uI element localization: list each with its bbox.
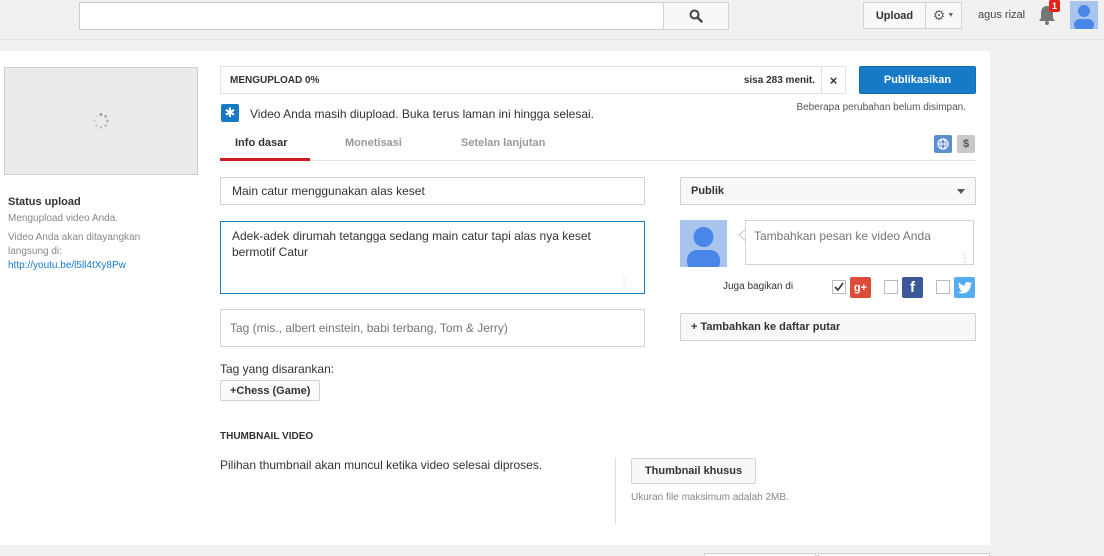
divider (615, 458, 616, 524)
search-input[interactable] (79, 2, 664, 30)
loading-spinner-icon (93, 113, 109, 129)
user-icon (687, 227, 720, 267)
video-url-link[interactable]: http://youtu.be/l5ll4tXy8Pw (8, 260, 126, 271)
username[interactable]: agus rizal (978, 9, 1025, 21)
share-message-input[interactable] (745, 220, 974, 265)
twitter-icon[interactable] (954, 277, 975, 298)
video-title-input[interactable] (220, 177, 645, 205)
close-icon: × (829, 72, 838, 88)
thumbnail-size-note: Ukuran file maksimum adalah 2MB. (631, 492, 789, 503)
status-title: Status upload (8, 196, 81, 208)
facebook-icon[interactable]: f (902, 277, 923, 298)
unsaved-changes-text: Beberapa perubahan belum disimpan. (796, 102, 966, 113)
search-icon (689, 9, 703, 23)
share-also-label: Juga bagikan di (723, 281, 794, 292)
upload-card: Status upload Mengupload video Anda. Vid… (0, 51, 990, 545)
tab-advanced-settings[interactable]: Setelan lanjutan (461, 137, 545, 149)
facebook-checkbox[interactable] (884, 280, 898, 294)
bird-icon (957, 281, 972, 293)
privacy-selected-value: Publik (691, 185, 725, 197)
dollar-icon[interactable]: $ (957, 135, 975, 153)
resize-grip-icon[interactable]: ·::: (622, 274, 632, 287)
upload-info-message: Video Anda masih diupload. Buka terus la… (250, 107, 595, 121)
progress-label: MENGUPLOAD 0% (230, 75, 320, 86)
chevron-down-icon (957, 189, 965, 194)
upload-progress-bar: MENGUPLOAD 0% sisa 283 menit. × (220, 66, 846, 94)
google-plus-icon[interactable]: g+ (850, 277, 871, 298)
live-url-label: Video Anda akan ditayangkan langsung di: (8, 232, 141, 257)
custom-thumbnail-button[interactable]: Thumbnail khusus (631, 458, 756, 484)
checkmark-icon (834, 282, 844, 292)
tab-monetization[interactable]: Monetisasi (345, 137, 402, 149)
privacy-select[interactable]: Publik (680, 177, 976, 205)
suggested-tags-label: Tag yang disarankan: (220, 362, 335, 376)
gear-icon: ⚙ (932, 7, 946, 23)
gplus-checkbox[interactable] (832, 280, 846, 294)
tab-basic-info[interactable]: Info dasar (235, 137, 288, 149)
info-star-icon: ✱ (221, 104, 239, 122)
tab-bar: Info dasar Monetisasi Setelan lanjutan $ (220, 131, 976, 161)
time-remaining: sisa 283 menit. (743, 75, 815, 86)
chevron-down-icon: ▼ (947, 12, 955, 19)
masthead: Upload ⚙ ▼ agus rizal 1 (0, 0, 1104, 40)
notification-badge: 1 (1049, 0, 1061, 12)
settings-button[interactable]: ⚙ ▼ (926, 2, 962, 29)
suggested-tag-chip[interactable]: +Chess (Game) (220, 380, 321, 401)
thumbnail-section-title: THUMBNAIL VIDEO (220, 431, 314, 442)
add-to-playlist-button[interactable]: + Tambahkan ke daftar putar (680, 313, 976, 341)
globe-glyph-icon (937, 138, 949, 150)
live-url-text: Video Anda akan ditayangkan langsung di:… (8, 231, 168, 273)
tags-input[interactable] (220, 309, 645, 347)
resize-grip-icon[interactable]: ·::: (962, 252, 972, 265)
publish-button[interactable]: Publikasikan (859, 66, 976, 94)
globe-icon[interactable] (934, 135, 952, 153)
status-subtitle: Mengupload video Anda. (8, 213, 119, 224)
avatar[interactable] (1070, 1, 1098, 29)
active-tab-indicator (220, 158, 310, 161)
description-textarea[interactable]: Adek-adek dirumah tetangga sedang main c… (220, 221, 645, 294)
twitter-checkbox[interactable] (936, 280, 950, 294)
cancel-upload-button[interactable]: × (821, 67, 845, 93)
video-preview (4, 67, 198, 175)
user-icon (1074, 5, 1094, 29)
share-avatar (680, 220, 727, 267)
upload-button[interactable]: Upload (863, 2, 926, 29)
search-button[interactable] (663, 2, 729, 30)
thumbnail-message: Pilihan thumbnail akan muncul ketika vid… (220, 458, 543, 472)
